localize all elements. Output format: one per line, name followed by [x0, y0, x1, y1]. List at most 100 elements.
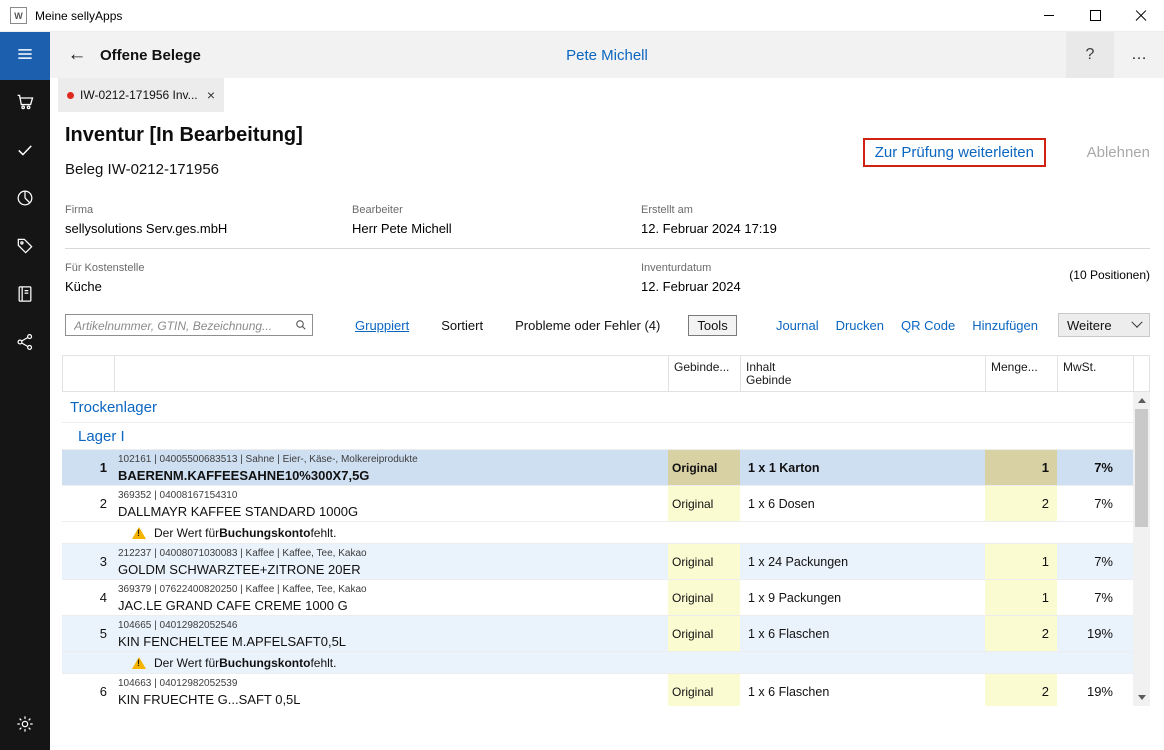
row-mwst: 7%	[1057, 580, 1133, 615]
scroll-down-icon	[1138, 695, 1146, 700]
field-erstellt-am-label: Erstellt am	[641, 204, 777, 216]
field-erstellt-am: Erstellt am 12. Februar 2024 17:19	[641, 204, 777, 236]
field-firma: Firma sellysolutions Serv.ges.mbH	[65, 204, 227, 236]
row-menge[interactable]: 2	[985, 674, 1057, 706]
col-gebinde[interactable]: Gebinde...	[669, 356, 741, 391]
sidebar-item-journal[interactable]	[0, 272, 50, 320]
reject-button[interactable]: Ablehnen	[1087, 144, 1150, 161]
group-label: Trockenlager	[70, 399, 157, 416]
maximize-button[interactable]	[1072, 0, 1118, 31]
window-controls	[1026, 0, 1164, 31]
warning-spacer	[62, 522, 114, 543]
warning-field: Buchungskonto	[219, 656, 310, 670]
row-number: 3	[62, 544, 114, 579]
row-menge[interactable]: 2	[985, 486, 1057, 521]
scroll-up-icon	[1138, 398, 1146, 403]
table-row[interactable]: 2 369352 | 04008167154310 DALLMAYR KAFFE…	[62, 486, 1133, 522]
scroll-up-button[interactable]	[1133, 392, 1150, 409]
scrollbar-thumb[interactable]	[1135, 409, 1148, 527]
filter-probleme[interactable]: Probleme oder Fehler (4)	[515, 318, 660, 333]
row-menge[interactable]: 1	[985, 580, 1057, 615]
field-kostenstelle-value: Küche	[65, 279, 144, 294]
group-row-trockenlager[interactable]: Trockenlager	[62, 392, 1133, 423]
row-name: KIN FRUECHTE G...SAFT 0,5L	[118, 691, 668, 706]
sidebar-item-settings[interactable]	[0, 702, 50, 750]
row-gebinde: Original	[668, 674, 740, 706]
table-row[interactable]: 4 369379 | 07622400820250 | Kaffee | Kaf…	[62, 580, 1133, 616]
search-input[interactable]	[72, 316, 288, 336]
qr-code-link[interactable]: QR Code	[901, 318, 955, 333]
filter-gruppiert[interactable]: Gruppiert	[355, 318, 409, 333]
col-scroll-spacer	[1134, 356, 1151, 391]
col-article[interactable]	[115, 356, 669, 391]
tab-inventur[interactable]: IW-0212-171956 Inv... ×	[58, 78, 224, 112]
row-mwst: 19%	[1057, 674, 1133, 706]
pie-chart-icon	[15, 188, 35, 213]
tab-close-button[interactable]: ×	[207, 87, 215, 103]
drucken-link[interactable]: Drucken	[836, 318, 884, 333]
user-name[interactable]: Pete Michell	[566, 47, 648, 64]
table-scrollbar[interactable]	[1133, 392, 1150, 706]
forward-review-button[interactable]: Zur Prüfung weiterleiten	[863, 138, 1046, 167]
close-button[interactable]	[1118, 0, 1164, 31]
row-menge[interactable]: 1	[985, 544, 1057, 579]
help-button[interactable]: ?	[1066, 32, 1114, 78]
warning-icon	[132, 657, 146, 669]
warning-message: Der Wert für Buchungskonto fehlt.	[114, 652, 1133, 673]
row-menge[interactable]: 1	[985, 450, 1057, 485]
cart-icon	[15, 91, 36, 117]
document-title: Inventur [In Bearbeitung]	[65, 124, 303, 147]
field-separator	[65, 248, 1150, 249]
positions-count: (10 Positionen)	[1069, 268, 1150, 282]
maximize-icon	[1090, 10, 1101, 21]
sidebar-item-cart[interactable]	[0, 80, 50, 128]
weitere-dropdown-button[interactable]: Weitere	[1058, 313, 1150, 337]
row-number: 6	[62, 674, 114, 706]
weitere-label: Weitere	[1067, 318, 1112, 333]
app-window: W Meine sellyApps	[0, 0, 1164, 750]
sidebar-item-share[interactable]	[0, 320, 50, 368]
row-meta: 369352 | 04008167154310	[118, 489, 668, 502]
row-warning: Der Wert für Buchungskonto fehlt.	[62, 522, 1133, 544]
table-row[interactable]: 1 102161 | 04005500683513 | Sahne | Eier…	[62, 450, 1133, 486]
warning-prefix: Der Wert für	[154, 526, 219, 540]
search-icon[interactable]	[295, 319, 307, 334]
table-row[interactable]: 5 104665 | 04012982052546 KIN FENCHELTEE…	[62, 616, 1133, 652]
col-number[interactable]	[63, 356, 115, 391]
row-mwst: 19%	[1057, 616, 1133, 651]
app-logo-letter: W	[14, 11, 23, 21]
table-header: Gebinde... Inhalt Gebinde Menge... MwSt.	[62, 355, 1150, 392]
row-meta: 102161 | 04005500683513 | Sahne | Eier-,…	[118, 453, 668, 466]
row-menge[interactable]: 2	[985, 616, 1057, 651]
table-row[interactable]: 3 212237 | 04008071030083 | Kaffee | Kaf…	[62, 544, 1133, 580]
hamburger-menu-button[interactable]	[0, 32, 50, 80]
col-mwst[interactable]: MwSt.	[1058, 356, 1134, 391]
table-row[interactable]: 6 104663 | 04012982052539 KIN FRUECHTE G…	[62, 674, 1133, 706]
row-number: 2	[62, 486, 114, 521]
sidebar-item-statistics[interactable]	[0, 176, 50, 224]
titlebar: W Meine sellyApps	[0, 0, 1164, 32]
sidebar-item-tasks[interactable]	[0, 128, 50, 176]
tag-icon	[15, 236, 35, 261]
row-gebinde: Original	[668, 580, 740, 615]
journal-link[interactable]: Journal	[776, 318, 819, 333]
field-firma-value: sellysolutions Serv.ges.mbH	[65, 221, 227, 236]
col-inhalt-gebinde[interactable]: Inhalt Gebinde	[741, 356, 986, 391]
gear-icon	[15, 714, 35, 739]
more-button[interactable]: …	[1114, 32, 1164, 78]
main-content: Inventur [In Bearbeitung] Beleg IW-0212-…	[50, 112, 1164, 750]
group-row-lager-1[interactable]: Lager I	[62, 423, 1133, 450]
sidebar-item-prices[interactable]	[0, 224, 50, 272]
hinzufuegen-link[interactable]: Hinzufügen	[972, 318, 1038, 333]
tools-button[interactable]: Tools	[688, 315, 736, 336]
back-button[interactable]: ←	[64, 44, 90, 66]
minimize-button[interactable]	[1026, 0, 1072, 31]
row-inhalt: 1 x 24 Packungen	[740, 544, 985, 579]
filter-sortiert[interactable]: Sortiert	[441, 318, 483, 333]
scroll-down-button[interactable]	[1133, 689, 1150, 706]
col-menge[interactable]: Menge...	[986, 356, 1058, 391]
forward-review-label: Zur Prüfung weiterleiten	[875, 144, 1034, 161]
modified-dot-icon	[67, 92, 74, 99]
book-icon	[15, 284, 35, 309]
row-number: 1	[62, 450, 114, 485]
